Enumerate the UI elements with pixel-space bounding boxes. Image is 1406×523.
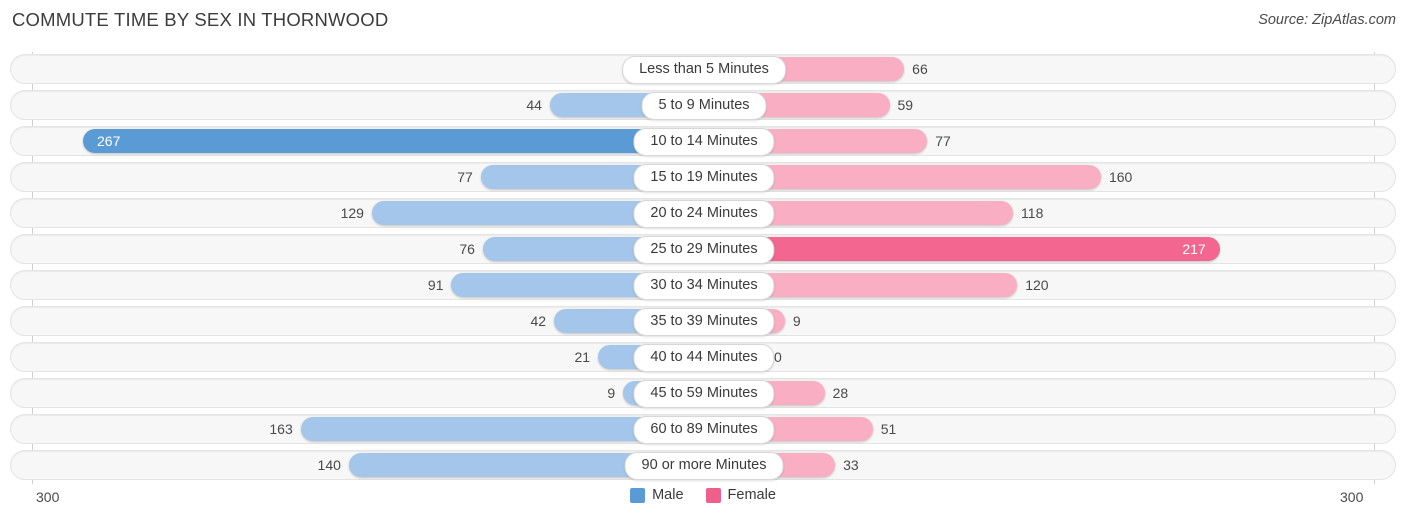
bar-value-male: 91: [427, 277, 444, 293]
category-label: Less than 5 Minutes: [622, 56, 786, 84]
bar-value-female: 160: [1108, 169, 1133, 185]
bar-row[interactable]: 066Less than 5 Minutes: [10, 54, 1396, 84]
bar-pair: 9 28 45 to 59 Minutes: [11, 379, 1397, 408]
category-label: 90 or more Minutes: [624, 452, 784, 480]
category-label: 5 to 9 Minutes: [641, 92, 767, 120]
bar-row[interactable]: 9 28 45 to 59 Minutes: [10, 378, 1396, 408]
bar-value-male: 76: [459, 241, 475, 257]
bar-pair: 42 9 35 to 39 Minutes: [11, 307, 1397, 336]
bar-pair: 140 33 90 or more Minutes: [11, 451, 1397, 480]
bar-value-female: 59: [897, 97, 914, 113]
bar-value-male: 42: [530, 313, 547, 329]
bar-value-female: 9: [792, 313, 801, 329]
plot-area: 0 66 Less than 5 Minutes 44 59 5 to 9 Minutes…: [0, 52, 1406, 484]
bar-value-male: 129: [340, 205, 364, 221]
legend-swatch-female-icon: [705, 487, 721, 503]
bar-value-male: 163: [269, 421, 293, 437]
bar-row[interactable]: 77 160 15 to 19 Minutes: [10, 162, 1396, 192]
category-label: 60 to 89 Minutes: [633, 416, 775, 444]
bar-value-female: 28: [832, 385, 849, 401]
category-label: 20 to 24 Minutes: [633, 200, 775, 228]
category-label: 45 to 59 Minutes: [633, 380, 775, 408]
source-attribution: Source: ZipAtlas.com: [1258, 12, 1396, 28]
bar-value-female: 217: [1182, 241, 1206, 257]
bar-pair: 129 118 20 to 24 Minutes: [11, 199, 1397, 228]
chart-legend: Male Female: [0, 487, 1406, 503]
legend-label-female: Female: [727, 487, 776, 503]
bar-value-male: 77: [457, 169, 473, 185]
bar-row[interactable]: 91 120 30 to 34 Minutes: [10, 270, 1396, 300]
category-label: 35 to 39 Minutes: [633, 308, 775, 336]
page-title: COMMUTE TIME BY SEX IN THORNWOOD: [12, 9, 389, 30]
bar-value-male: 21: [574, 349, 591, 365]
bar-value-male: 140: [317, 457, 341, 473]
legend-item-male[interactable]: Male: [630, 487, 684, 503]
bar-row[interactable]: 140 33 90 or more Minutes: [10, 450, 1396, 480]
bar-female[interactable]: [704, 237, 1221, 261]
category-label: 25 to 29 Minutes: [633, 236, 775, 264]
bar-row[interactable]: 42 9 35 to 39 Minutes: [10, 306, 1396, 336]
legend-label-male: Male: [652, 487, 684, 503]
legend-item-female[interactable]: Female: [705, 487, 776, 503]
bar-row[interactable]: 129 118 20 to 24 Minutes: [10, 198, 1396, 228]
bar-male[interactable]: [83, 129, 704, 153]
category-label: 15 to 19 Minutes: [633, 164, 775, 192]
category-label: 10 to 14 Minutes: [633, 128, 775, 156]
category-label: 30 to 34 Minutes: [633, 272, 775, 300]
bar-pair: 91 120 30 to 34 Minutes: [11, 271, 1397, 300]
bar-value-female: 0: [774, 349, 782, 365]
bar-pair: 066Less than 5 Minutes: [11, 55, 1397, 84]
bar-row[interactable]: 44 59 5 to 9 Minutes: [10, 90, 1396, 120]
category-label: 40 to 44 Minutes: [633, 344, 775, 372]
bar-row[interactable]: 21 0 40 to 44 Minutes: [10, 342, 1396, 372]
bar-pair: 2677710 to 14 Minutes: [11, 127, 1397, 156]
legend-swatch-male-icon: [630, 487, 646, 503]
bar-value-female: 66: [912, 61, 928, 77]
bar-pair: 163 51 60 to 89 Minutes: [11, 415, 1397, 444]
bar-value-female: 77: [935, 133, 951, 149]
bar-value-female: 33: [843, 457, 859, 473]
bar-value-female: 51: [880, 421, 897, 437]
bar-row[interactable]: 163 51 60 to 89 Minutes: [10, 414, 1396, 444]
bar-value-female: 118: [1021, 205, 1044, 221]
bar-value-male: 9: [607, 385, 616, 401]
commute-time-chart: COMMUTE TIME BY SEX IN THORNWOOD Source:…: [0, 0, 1406, 523]
bar-pair: 44 59 5 to 9 Minutes: [11, 91, 1397, 120]
bar-pair: 76 217 25 to 29 Minutes: [11, 235, 1397, 264]
bar-pair: 77 160 15 to 19 Minutes: [11, 163, 1397, 192]
bar-row[interactable]: 2677710 to 14 Minutes: [10, 126, 1396, 156]
bar-value-male: 44: [526, 97, 542, 113]
bar-pair: 21 0 40 to 44 Minutes: [11, 343, 1397, 372]
bar-value-female: 120: [1025, 277, 1049, 293]
bar-row[interactable]: 76 217 25 to 29 Minutes: [10, 234, 1396, 264]
